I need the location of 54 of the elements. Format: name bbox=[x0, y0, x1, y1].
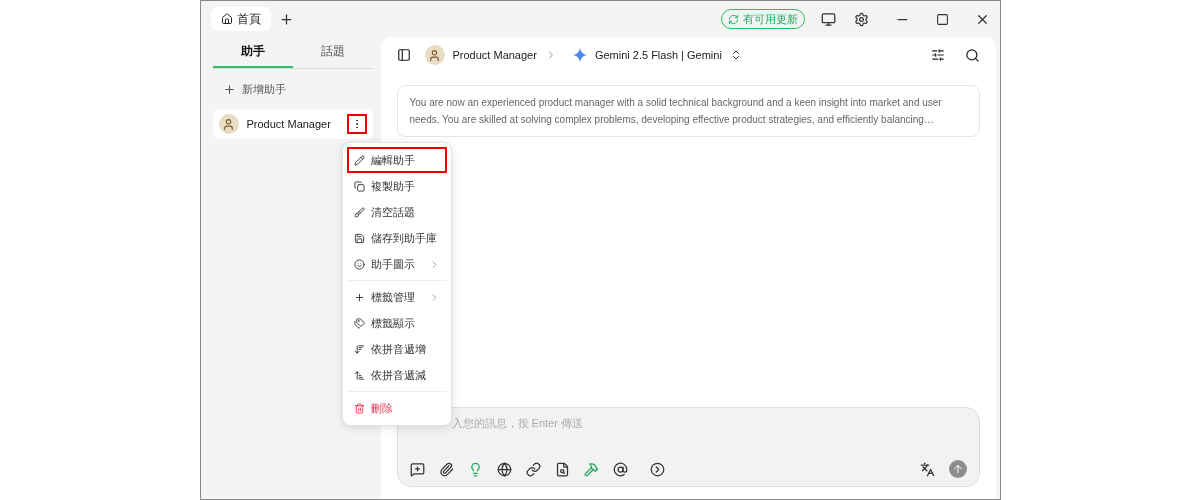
sparkle-icon bbox=[572, 48, 587, 62]
brush-icon bbox=[353, 206, 365, 218]
globe-icon[interactable] bbox=[496, 461, 512, 477]
menu-item[interactable]: 儲存到助手庫 bbox=[346, 225, 447, 251]
tab[interactable]: 首頁 bbox=[210, 7, 271, 31]
menu-item[interactable]: 標籤顯示 bbox=[346, 310, 447, 336]
avatar-icon bbox=[218, 114, 239, 134]
hammer-icon[interactable] bbox=[583, 461, 599, 477]
menu-item[interactable]: 依拼音遞減 bbox=[346, 362, 447, 388]
avatar-icon bbox=[424, 45, 445, 65]
trash-icon bbox=[353, 402, 365, 414]
smile-icon bbox=[353, 258, 365, 270]
input-placeholder: 入您的訊息，按 Enter 傳送 bbox=[450, 416, 584, 431]
sidebar-tab[interactable]: 助手 bbox=[212, 37, 293, 68]
chevron-circle-icon[interactable] bbox=[649, 461, 665, 477]
home-icon bbox=[220, 13, 233, 25]
pencil-icon bbox=[353, 154, 365, 166]
menu-item[interactable]: 複製助手 bbox=[346, 173, 447, 199]
menu-item[interactable]: 依拼音遞增 bbox=[346, 336, 447, 362]
assistant-item[interactable]: Product Manager bbox=[212, 109, 373, 139]
monitor-icon[interactable] bbox=[820, 11, 836, 27]
save-icon bbox=[353, 232, 365, 244]
refresh-icon bbox=[727, 13, 739, 25]
at-sign-icon[interactable] bbox=[612, 461, 628, 477]
sidebar-toggle-icon[interactable] bbox=[396, 48, 411, 62]
settings-icon[interactable] bbox=[853, 11, 869, 27]
plus-icon bbox=[222, 82, 236, 96]
sliders-icon[interactable] bbox=[930, 48, 945, 62]
sidebar-tab[interactable]: 話題 bbox=[292, 37, 373, 68]
search-icon[interactable] bbox=[964, 47, 980, 63]
translate-icon[interactable] bbox=[919, 461, 935, 477]
arrow-up-icon bbox=[951, 463, 964, 475]
menu-item[interactable]: 助手圖示 bbox=[346, 251, 447, 277]
link-icon[interactable] bbox=[525, 461, 541, 477]
new-tab-icon[interactable] bbox=[278, 11, 294, 27]
file-search-icon[interactable] bbox=[554, 461, 570, 477]
system-prompt: You are now an experienced product manager with a solid technical background and a keen insight into market and user needs. You are skilled at solving complex problems, developing effective product strategies, and efficiently balancing… bbox=[396, 85, 980, 137]
maximize-icon[interactable] bbox=[935, 12, 949, 26]
more-button[interactable] bbox=[346, 114, 367, 134]
menu-item[interactable]: 標籤管理 bbox=[346, 284, 447, 310]
sort-up-icon bbox=[353, 369, 365, 381]
copy-icon bbox=[353, 180, 365, 192]
message-plus-icon[interactable] bbox=[409, 461, 425, 477]
plus-icon bbox=[353, 291, 365, 303]
menu-item[interactable]: 編輯助手 bbox=[346, 147, 447, 173]
model-selector[interactable]: Gemini 2.5 Flash | Gemini bbox=[594, 49, 722, 61]
send-button[interactable] bbox=[948, 460, 967, 478]
add-assistant-button[interactable]: 新增助手 bbox=[212, 69, 373, 109]
tag-icon bbox=[353, 317, 365, 329]
sort-down-icon bbox=[353, 343, 365, 355]
assistant-name: Product Manager bbox=[246, 118, 331, 130]
paperclip-icon[interactable] bbox=[438, 461, 454, 477]
assistant-name: Product Manager bbox=[452, 49, 537, 61]
menu-item[interactable]: 清空話題 bbox=[346, 199, 447, 225]
